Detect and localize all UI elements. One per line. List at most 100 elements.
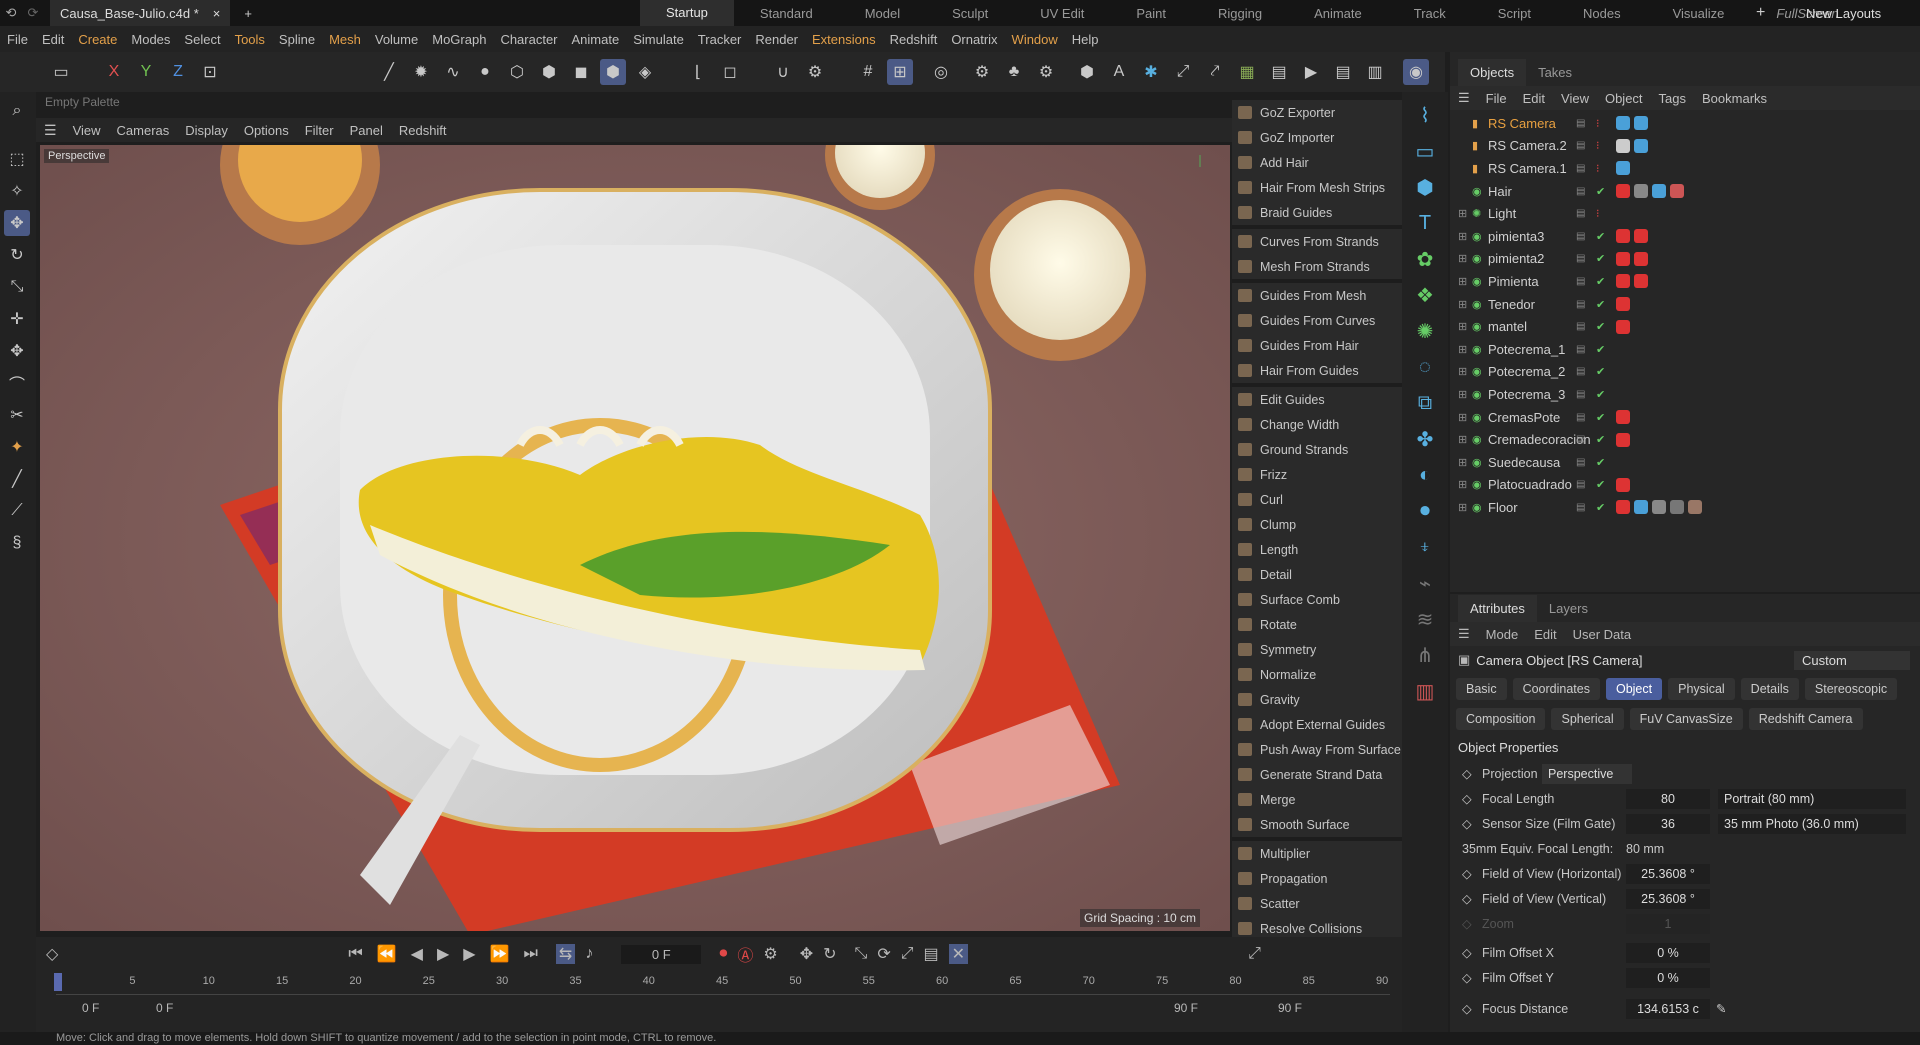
- key-scale-icon[interactable]: ⤡: [855, 945, 868, 963]
- layout-tab-paint[interactable]: Paint: [1110, 6, 1192, 21]
- hexagon-icon[interactable]: ⬡: [504, 59, 530, 85]
- hair-menu-item-push-away-from-surface[interactable]: Push Away From Surface: [1232, 737, 1402, 762]
- field-icon[interactable]: ⧉: [1412, 390, 1438, 416]
- hair-menu-item-hair-from-mesh-strips[interactable]: Hair From Mesh Strips: [1232, 175, 1402, 200]
- light-icon[interactable]: ⍖: [1412, 534, 1438, 560]
- spline-pen-icon[interactable]: ⌇: [1412, 102, 1438, 128]
- range-start-field[interactable]: 0 F: [82, 1001, 152, 1015]
- objects-menu-bookmarks[interactable]: Bookmarks: [1694, 91, 1775, 106]
- expand-icon[interactable]: ⊞: [1458, 501, 1467, 514]
- grid-snap-icon[interactable]: ⊞: [887, 59, 913, 85]
- move-icon[interactable]: ✥: [4, 210, 30, 236]
- menu-mesh[interactable]: Mesh: [322, 32, 368, 47]
- layout-tab-animate[interactable]: Animate: [1288, 6, 1388, 21]
- menu-help[interactable]: Help: [1065, 32, 1106, 47]
- menu-ornatrix[interactable]: Ornatrix: [944, 32, 1004, 47]
- objects-menu-file[interactable]: File: [1478, 91, 1515, 106]
- enable-check-icon[interactable]: ✔: [1596, 433, 1605, 446]
- visibility-icon[interactable]: ▤: [1576, 118, 1585, 129]
- select-icon[interactable]: ⬚: [4, 146, 30, 172]
- key-mode-icon[interactable]: ▤: [924, 944, 939, 964]
- range-start-field-2[interactable]: 0 F: [156, 1001, 226, 1015]
- hair-menu-item-change-width[interactable]: Change Width: [1232, 412, 1402, 437]
- enable-check-icon[interactable]: ✔: [1596, 252, 1605, 265]
- fur-icon[interactable]: ⋔: [1412, 642, 1438, 668]
- sculpt-icon[interactable]: ✧: [4, 178, 30, 204]
- coordinate-system-icon[interactable]: ⊡: [197, 59, 223, 85]
- loop-icon[interactable]: ⇆: [555, 944, 576, 964]
- feather-icon[interactable]: ▥: [1412, 678, 1438, 704]
- visibility-icon[interactable]: ▤: [1576, 276, 1585, 287]
- visibility-icon[interactable]: ▤: [1576, 479, 1585, 490]
- text-icon[interactable]: A: [1106, 59, 1132, 85]
- attributes-menu-user-data[interactable]: User Data: [1565, 627, 1640, 642]
- focus-distance-input[interactable]: 134.6153 c: [1626, 998, 1710, 1019]
- keyframe-icon[interactable]: ◇: [1462, 766, 1472, 781]
- layout-tab-model[interactable]: Model: [839, 6, 926, 21]
- keyframe-icon[interactable]: ◇: [1462, 866, 1472, 881]
- tab-attributes[interactable]: Attributes: [1458, 595, 1537, 622]
- menu-mograph[interactable]: MoGraph: [425, 32, 493, 47]
- hair-menu-item-braid-guides[interactable]: Braid Guides: [1232, 200, 1402, 225]
- expand-icon[interactable]: ⊞: [1458, 320, 1467, 333]
- target-icon[interactable]: ◎: [928, 59, 954, 85]
- object-row[interactable]: ⊞ ◉ Tenedor ▤ ✔: [1450, 293, 1920, 316]
- enable-check-icon[interactable]: ⁝: [1596, 162, 1600, 175]
- fov-vertical-input[interactable]: 25.3608 °: [1626, 888, 1710, 909]
- menu-file[interactable]: File: [0, 32, 35, 47]
- tab-objects[interactable]: Objects: [1458, 59, 1527, 86]
- axis-x-button[interactable]: X: [101, 59, 127, 85]
- range-end-field-2[interactable]: 90 F: [1278, 1001, 1338, 1015]
- menu-volume[interactable]: Volume: [368, 32, 425, 47]
- object-tag-icon[interactable]: [1634, 138, 1648, 153]
- visibility-icon[interactable]: ▤: [1576, 389, 1585, 400]
- layout-tab-script[interactable]: Script: [1472, 6, 1557, 21]
- object-tag-icon[interactable]: [1616, 251, 1630, 266]
- visibility-icon[interactable]: ▤: [1576, 502, 1585, 513]
- viewport-menu-icon[interactable]: ☰: [36, 122, 65, 139]
- hair-menu-item-gravity[interactable]: Gravity: [1232, 687, 1402, 712]
- attributes-menu-mode[interactable]: Mode: [1478, 627, 1527, 642]
- render-settings-icon[interactable]: ⚙: [969, 59, 995, 85]
- film-offset-x-input[interactable]: 0 %: [1626, 942, 1710, 963]
- key-param-icon[interactable]: ⟳: [877, 944, 890, 964]
- objects-menu-view[interactable]: View: [1553, 91, 1597, 106]
- objects-menu-edit[interactable]: Edit: [1515, 91, 1553, 106]
- hair-menu-item-generate-strand-data[interactable]: Generate Strand Data: [1232, 762, 1402, 787]
- ornatrix-icon[interactable]: ◉: [1403, 59, 1429, 85]
- object-tag-icon[interactable]: [1634, 274, 1648, 289]
- menu-tracker[interactable]: Tracker: [691, 32, 749, 47]
- hair-tool-icon[interactable]: ⌁: [1412, 570, 1438, 596]
- object-tag-icon[interactable]: [1634, 229, 1648, 244]
- record-icon[interactable]: ⏺: [719, 945, 727, 963]
- enable-check-icon[interactable]: ✔: [1596, 501, 1605, 514]
- object-tag-icon[interactable]: [1652, 184, 1666, 199]
- viewport-menu-options[interactable]: Options: [236, 123, 297, 138]
- expand-icon[interactable]: ⊞: [1458, 365, 1467, 378]
- hair-menu-item-mesh-from-strands[interactable]: Mesh From Strands: [1232, 254, 1402, 279]
- hair-menu-item-scatter[interactable]: Scatter: [1232, 891, 1402, 916]
- object-tag-icon[interactable]: [1688, 500, 1702, 515]
- attr-tab-redshift-camera[interactable]: Redshift Camera: [1748, 708, 1863, 730]
- rotate-icon[interactable]: ↻: [4, 242, 30, 268]
- visibility-icon[interactable]: ▤: [1576, 231, 1585, 242]
- hair-guide-icon[interactable]: ≋: [1412, 606, 1438, 632]
- viewport-menu-panel[interactable]: Panel: [342, 123, 391, 138]
- object-tag-icon[interactable]: [1616, 161, 1630, 176]
- enable-check-icon[interactable]: ✔: [1596, 456, 1605, 469]
- expand-icon[interactable]: ⊞: [1458, 207, 1467, 220]
- visibility-icon[interactable]: ▤: [1576, 140, 1585, 151]
- lasso-icon[interactable]: ⌒: [4, 370, 30, 396]
- film2-icon[interactable]: ▤: [1330, 59, 1356, 85]
- deformer-icon[interactable]: ◈: [632, 59, 658, 85]
- expand-icon[interactable]: ⊞: [1458, 298, 1467, 311]
- viewport-menu-cameras[interactable]: Cameras: [109, 123, 178, 138]
- generator-icon[interactable]: ✿: [1412, 246, 1438, 272]
- tab-layers[interactable]: Layers: [1537, 595, 1600, 622]
- tab-takes[interactable]: Takes: [1526, 59, 1584, 86]
- current-frame-field[interactable]: 0 F: [621, 944, 702, 964]
- expand-icon[interactable]: ⊞: [1458, 343, 1467, 356]
- hair-menu-item-propagation[interactable]: Propagation: [1232, 866, 1402, 891]
- object-tag-icon[interactable]: [1616, 477, 1630, 492]
- prev-key-icon[interactable]: ⏪: [377, 944, 397, 964]
